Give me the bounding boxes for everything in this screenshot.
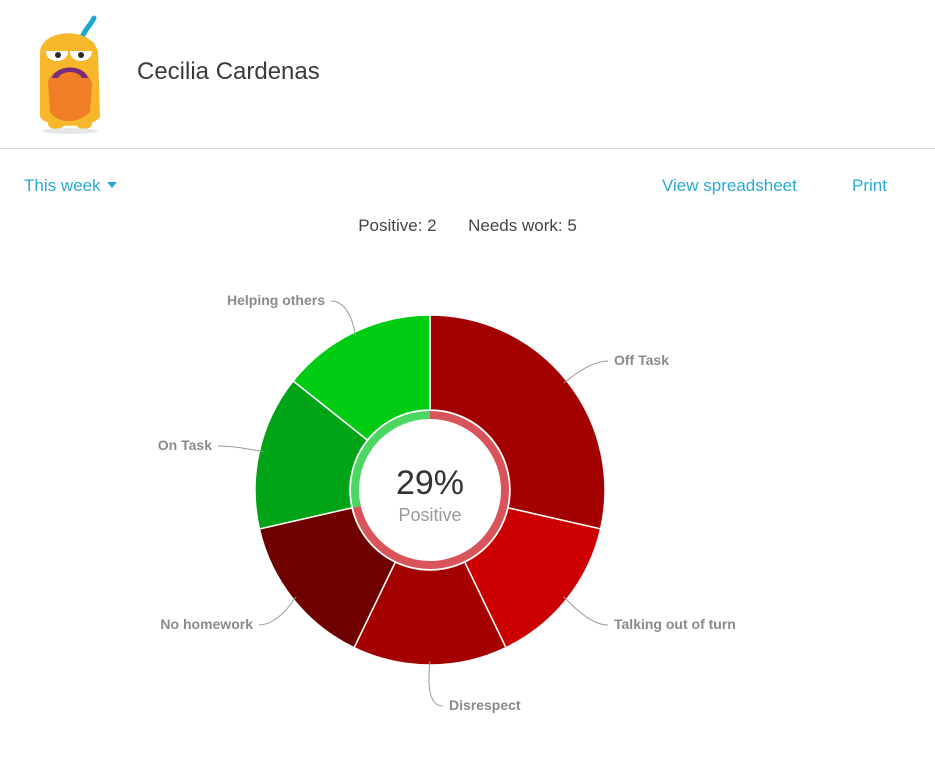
- slice-label: No homework: [160, 616, 253, 632]
- slice-label: Helping others: [227, 292, 325, 308]
- leader-line: [563, 596, 609, 626]
- behavior-donut-chart: Off Task Talking out of turn Disrespect No …: [158, 292, 736, 713]
- center-label: Positive: [398, 505, 461, 525]
- leader-line: [258, 596, 297, 626]
- slice-label: On Task: [158, 437, 212, 453]
- slice-label: Off Task: [614, 352, 669, 368]
- leader-line: [563, 360, 609, 384]
- leader-line: [330, 300, 357, 337]
- leader-line: [428, 660, 444, 707]
- leader-line: [217, 445, 264, 453]
- center-percentage: 29%: [396, 464, 464, 502]
- slice-label: Disrespect: [449, 697, 521, 713]
- slice-label: Talking out of turn: [614, 616, 736, 632]
